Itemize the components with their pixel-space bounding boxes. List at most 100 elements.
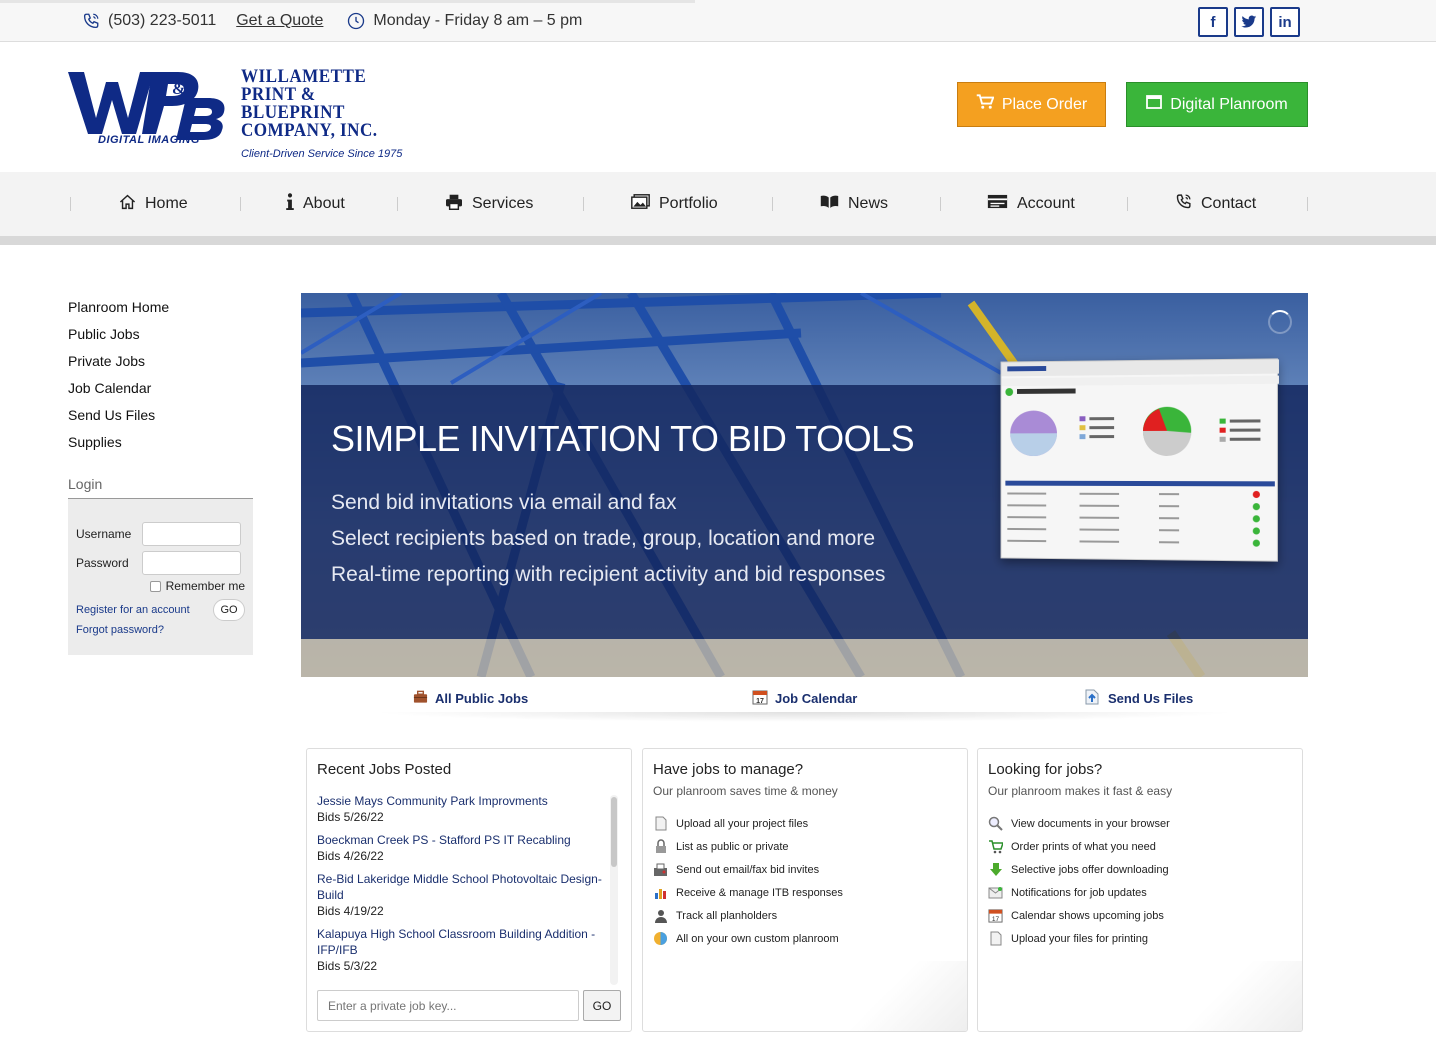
hero-line-1: Send bid invitations via email and fax [331,491,677,514]
calendar-icon: 17 [752,689,768,708]
digital-planroom-label: Digital Planroom [1170,95,1288,113]
digital-planroom-button[interactable]: Digital Planroom [1126,82,1308,127]
list-item: Track all planholders [653,904,957,927]
list-item: All on your own custom planroom [653,927,957,950]
phone-number[interactable]: (503) 223-5011 [108,12,216,30]
logo-digital-imaging: DIGITAL IMAGING [98,134,200,146]
quick-links-shadow [370,712,1240,722]
nav-item-account[interactable]: Account [987,172,1075,236]
feature-label: Receive & manage ITB responses [676,886,843,899]
nav-item-news[interactable]: News [820,172,888,236]
nav-separator [397,197,398,211]
list-item: Re-Bid Lakeridge Middle School Photovolt… [317,871,609,919]
nav-separator [772,197,773,211]
nav-separator [240,197,241,211]
book-icon [820,194,839,214]
forgot-password-link[interactable]: Forgot password? [76,624,245,636]
remember-checkbox[interactable] [149,580,161,592]
nav-shadow [0,236,1436,245]
register-link[interactable]: Register for an account [76,604,190,616]
feature-label: Calendar shows upcoming jobs [1011,909,1164,922]
sidebar-item-send-files[interactable]: Send Us Files [68,405,253,432]
job-title-link[interactable]: Kalapuya High School Classroom Building … [317,926,609,958]
magnifier-icon [988,816,1003,831]
recent-jobs-list[interactable]: Jessie Mays Community Park Improvments B… [317,793,609,983]
hero-title: SIMPLE INVITATION TO BID TOOLS [331,418,915,459]
feature-label: Track all planholders [676,909,778,922]
logo-line-2: PRINT & BLUEPRINT [241,84,345,123]
facebook-icon[interactable]: f [1198,7,1228,37]
twitter-icon[interactable] [1234,7,1264,37]
hero-line-3: Real-time reporting with recipient activ… [331,563,886,586]
get-quote-link[interactable]: Get a Quote [236,12,323,30]
recent-jobs-panel: Recent Jobs Posted Jessie Mays Community… [306,748,632,1032]
job-title-link[interactable]: Re-Bid Lakeridge Middle School Photovolt… [317,871,609,903]
loading-spinner-icon [1268,310,1292,334]
list-item: Upload all your project files [653,812,957,835]
sidebar-item-job-calendar[interactable]: Job Calendar [68,378,253,405]
login-form: Username Password Remember me Register f… [68,499,253,655]
place-order-button[interactable]: Place Order [957,82,1106,127]
private-job-key-input[interactable] [317,990,579,1021]
main-nav: Home About Services Portfolio News Accou… [0,172,1436,236]
list-item: Boeckman Creek PS - Stafford PS IT Recab… [317,832,609,864]
company-logo[interactable]: & DIGITAL IMAGING WILLAMETTE PRINT & BLU… [68,67,408,160]
list-item: List as public or private [653,835,957,858]
job-bid-date: Bids 4/19/22 [317,904,384,918]
user-icon [653,908,668,923]
sidebar-item-private-jobs[interactable]: Private Jobs [68,351,253,378]
linkedin-icon[interactable]: in [1270,7,1300,37]
feature-label: Order prints of what you need [1011,840,1156,853]
nav-separator [940,197,941,211]
nav-item-about[interactable]: About [286,172,345,236]
sidebar-item-supplies[interactable]: Supplies [68,432,253,459]
app-screenshot-image [1000,358,1279,562]
clock-icon [345,10,367,32]
looking-title: Looking for jobs? [988,761,1103,778]
feature-label: View documents in your browser [1011,817,1170,830]
job-title-link[interactable]: Boeckman Creek PS - Stafford PS IT Recab… [317,832,609,848]
manage-jobs-panel: Have jobs to manage? Our planroom saves … [642,748,968,1032]
nav-label: Services [472,195,534,212]
job-calendar-link[interactable]: 17 Job Calendar [752,687,857,709]
nav-label: About [303,195,345,212]
feature-label: Notifications for job updates [1011,886,1147,899]
looking-subtitle: Our planroom makes it fast & easy [988,784,1173,798]
hero-banner[interactable]: SIMPLE INVITATION TO BID TOOLS Send bid … [301,293,1308,677]
send-us-files-link[interactable]: Send Us Files [1083,687,1193,709]
document-icon [988,931,1003,946]
list-item: Send out email/fax bid invites [653,858,957,881]
nav-item-services[interactable]: Services [445,172,533,236]
sidebar-item-public-jobs[interactable]: Public Jobs [68,324,253,351]
password-input[interactable] [142,550,241,575]
globe-icon [653,931,668,946]
private-job-go-button[interactable]: GO [583,990,621,1021]
job-bid-date: Bids 5/26/22 [317,810,384,824]
calendar-icon: 17 [988,908,1003,923]
list-item: Receive & manage ITB responses [653,881,957,904]
nav-label: Contact [1201,195,1257,212]
password-label: Password [76,555,129,570]
briefcase-icon [413,690,428,707]
nav-item-home[interactable]: Home [119,172,188,236]
username-input[interactable] [142,521,241,546]
jobs-scrollbar-thumb[interactable] [611,797,617,867]
cart-icon [976,94,995,115]
send-us-files-label: Send Us Files [1108,690,1194,706]
hero-line-2: Select recipients based on trade, group,… [331,527,876,550]
place-order-label: Place Order [1001,95,1088,113]
login-title: Login [68,476,253,499]
feature-label: Upload all your project files [676,817,809,830]
nav-item-portfolio[interactable]: Portfolio [631,172,718,236]
job-title-link[interactable]: Jessie Mays Community Park Improvments [317,793,609,809]
printer-icon [445,194,463,215]
fax-icon [653,862,668,877]
list-item: Upload your files for printing [988,927,1292,950]
hardhat-watermark-image [1172,961,1302,1031]
svg-text:17: 17 [756,698,764,705]
sidebar-item-planroom-home[interactable]: Planroom Home [68,297,253,324]
nav-label: Account [1017,195,1075,212]
login-go-button[interactable]: GO [213,599,245,621]
nav-item-contact[interactable]: Contact [1175,172,1256,236]
all-public-jobs-link[interactable]: All Public Jobs [413,687,528,709]
